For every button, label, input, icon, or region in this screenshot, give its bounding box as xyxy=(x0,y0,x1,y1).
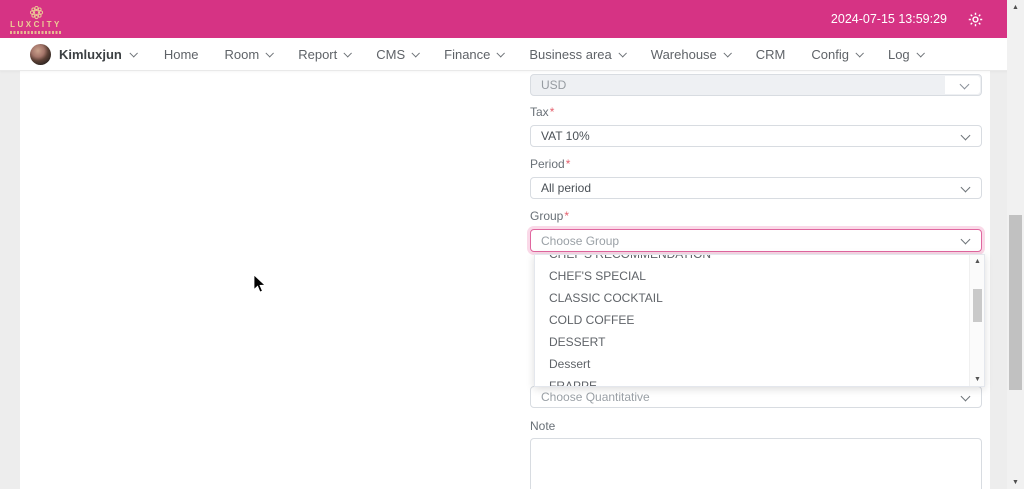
brand-logo[interactable]: LUXCITY xyxy=(10,5,62,34)
brand-tagline xyxy=(10,31,62,34)
nav-item-crm[interactable]: CRM xyxy=(756,47,786,62)
scroll-down-arrow-icon[interactable]: ▼ xyxy=(1007,475,1024,489)
user-menu[interactable]: Kimluxjun xyxy=(30,44,136,65)
tax-select[interactable]: VAT 10% xyxy=(530,125,982,147)
brand-name: LUXCITY xyxy=(10,21,62,29)
quantitative-select[interactable]: Choose Quantitative xyxy=(530,386,982,408)
user-avatar xyxy=(30,44,51,65)
period-select[interactable]: All period xyxy=(530,177,982,199)
group-option[interactable]: CHEF'S RECOMMENDATION xyxy=(535,254,984,265)
nav-item-business-area[interactable]: Business area xyxy=(529,47,624,62)
chevron-down-icon xyxy=(961,131,971,141)
chevron-down-icon xyxy=(855,49,863,57)
group-option[interactable]: CHEF'S SPECIAL xyxy=(535,265,984,287)
quantitative-placeholder: Choose Quantitative xyxy=(541,390,650,404)
chevron-down-icon xyxy=(916,49,924,57)
scroll-up-arrow-icon[interactable]: ▲ xyxy=(970,255,985,268)
nav-item-cms[interactable]: CMS xyxy=(376,47,418,62)
lotus-ornament-icon xyxy=(29,5,44,20)
settings-gear-icon[interactable] xyxy=(967,11,984,28)
group-option[interactable]: DESSERT xyxy=(535,331,984,353)
nav-item-log[interactable]: Log xyxy=(888,47,923,62)
group-select[interactable]: Choose Group xyxy=(530,229,982,252)
group-option[interactable]: FRAPPE xyxy=(535,375,984,387)
nav-label: Home xyxy=(164,47,199,62)
nav-label: Room xyxy=(225,47,260,62)
currency-select[interactable]: USD xyxy=(530,74,982,96)
scroll-up-arrow-icon[interactable]: ▲ xyxy=(1007,0,1024,14)
currency-value: USD xyxy=(541,78,566,92)
note-textarea[interactable] xyxy=(530,438,982,489)
page-content: USD Tax* VAT 10% Period* All period Grou… xyxy=(0,71,1024,489)
nav-label: CMS xyxy=(376,47,405,62)
nav-label: CRM xyxy=(756,47,786,62)
user-name: Kimluxjun xyxy=(59,47,122,62)
nav-item-finance[interactable]: Finance xyxy=(444,47,503,62)
dropdown-scrollbar-thumb[interactable] xyxy=(973,289,982,322)
nav-label: Log xyxy=(888,47,910,62)
chevron-down-icon xyxy=(412,49,420,57)
chevron-down-icon xyxy=(961,392,971,402)
required-asterisk: * xyxy=(566,157,571,171)
chevron-down-icon xyxy=(723,49,731,57)
datetime-display: 2024-07-15 13:59:29 xyxy=(831,12,947,26)
nav-item-report[interactable]: Report xyxy=(298,47,350,62)
chevron-down-icon xyxy=(618,49,626,57)
form-card: USD Tax* VAT 10% Period* All period Grou… xyxy=(20,71,990,489)
chevron-down-icon xyxy=(961,235,971,245)
group-placeholder: Choose Group xyxy=(541,234,619,248)
nav-label: Report xyxy=(298,47,337,62)
period-label: Period* xyxy=(530,157,570,171)
dropdown-scrollbar[interactable]: ▲ ▼ xyxy=(969,255,984,386)
tax-label: Tax* xyxy=(530,105,554,119)
chevron-down-icon xyxy=(129,49,137,57)
scroll-down-arrow-icon[interactable]: ▼ xyxy=(970,373,985,386)
group-options-dropdown: CHEF'S RECOMMENDATION CHEF'S SPECIAL CLA… xyxy=(534,254,985,387)
chevron-down-icon xyxy=(960,80,970,90)
nav-label: Config xyxy=(811,47,849,62)
group-label: Group* xyxy=(530,209,569,223)
nav-item-warehouse[interactable]: Warehouse xyxy=(651,47,730,62)
nav-item-home[interactable]: Home xyxy=(164,47,199,62)
tax-value: VAT 10% xyxy=(541,129,590,143)
nav-item-config[interactable]: Config xyxy=(811,47,862,62)
note-label: Note xyxy=(530,419,555,433)
nav-item-room[interactable]: Room xyxy=(225,47,273,62)
nav-label: Business area xyxy=(529,47,611,62)
chevron-down-icon xyxy=(266,49,274,57)
browser-scrollbar[interactable]: ▲ ▼ xyxy=(1007,0,1024,489)
group-option[interactable]: CLASSIC COCKTAIL xyxy=(535,287,984,309)
chevron-down-icon xyxy=(497,49,505,57)
chevron-down-icon xyxy=(344,49,352,57)
scrollbar-thumb[interactable] xyxy=(1009,215,1022,390)
select-chevron-cap xyxy=(945,76,980,94)
chevron-down-icon xyxy=(961,183,971,193)
group-option[interactable]: Dessert xyxy=(535,353,984,375)
required-asterisk: * xyxy=(564,209,569,223)
nav-label: Finance xyxy=(444,47,490,62)
group-option[interactable]: COLD COFFEE xyxy=(535,309,984,331)
period-value: All period xyxy=(541,181,591,195)
main-nav: Kimluxjun Home Room Report CMS Finance B… xyxy=(0,38,1024,71)
required-asterisk: * xyxy=(550,105,555,119)
nav-label: Warehouse xyxy=(651,47,717,62)
app-header: LUXCITY 2024-07-15 13:59:29 xyxy=(0,0,1024,38)
